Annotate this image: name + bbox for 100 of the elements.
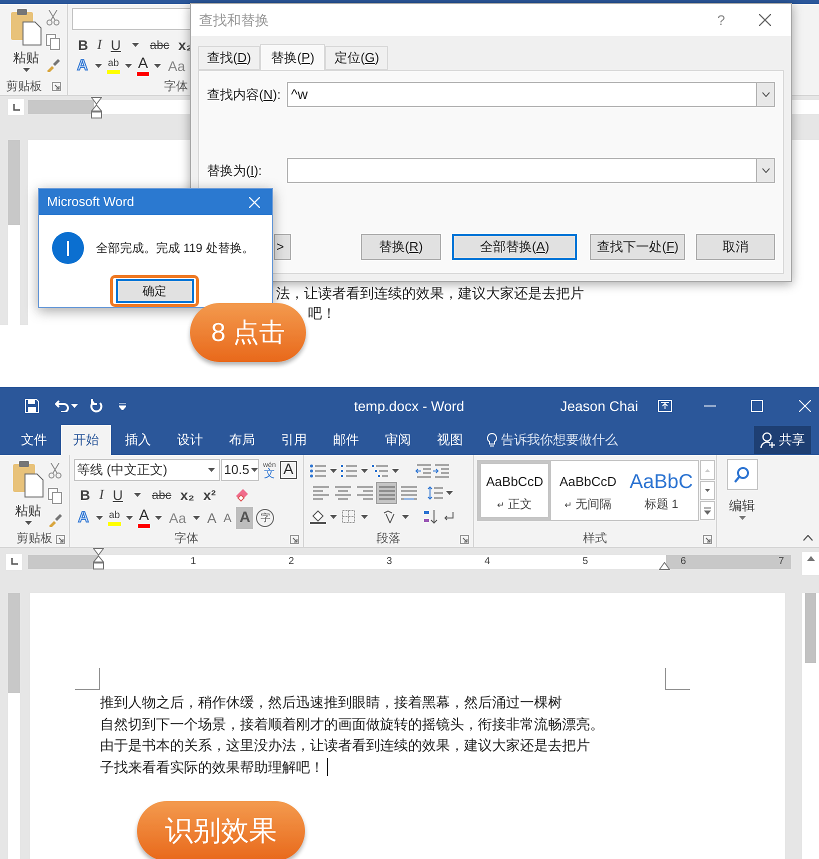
paintbrush-icon[interactable] (46, 58, 60, 72)
paintbrush-icon[interactable] (48, 513, 62, 527)
caret-icon[interactable] (392, 468, 399, 473)
indent-marker-icon[interactable] (91, 97, 102, 119)
clipboard-icon[interactable] (10, 8, 42, 46)
paint-bucket-icon[interactable] (310, 510, 326, 524)
close-icon[interactable] (759, 14, 771, 26)
caret-icon[interactable] (208, 468, 215, 472)
caret-icon[interactable] (71, 404, 78, 408)
triangle-up-icon[interactable] (806, 556, 814, 561)
caret-icon[interactable] (132, 43, 139, 47)
search-icon[interactable] (734, 466, 750, 482)
caret-icon[interactable] (402, 514, 409, 519)
right-indent-icon[interactable] (659, 562, 670, 570)
scroll-thumb[interactable] (805, 593, 816, 663)
highlight-color-button[interactable]: ab (106, 58, 120, 74)
caret-icon[interactable] (24, 520, 32, 524)
caret-icon[interactable] (330, 514, 337, 519)
ribbon-tab[interactable]: 引用 (269, 425, 319, 455)
underline-button[interactable]: U (110, 34, 121, 56)
scissors-icon[interactable] (46, 10, 60, 26)
bulleted-list-icon[interactable] (310, 464, 326, 478)
undo-icon[interactable] (55, 400, 69, 412)
more-styles-icon[interactable] (700, 501, 715, 520)
dialog-tab[interactable]: 替换(P) (260, 44, 326, 70)
ribbon-tab[interactable]: 布局 (217, 425, 267, 455)
superscript-button[interactable]: x² (203, 484, 216, 506)
combo-field[interactable]: ^w (287, 82, 775, 107)
copy-icon[interactable] (46, 34, 60, 50)
caret-icon[interactable] (94, 64, 102, 68)
tell-me-field[interactable]: 告诉我你想要做什么 (501, 430, 618, 450)
paste-button[interactable]: 粘贴 (15, 501, 41, 520)
scroll-down-icon[interactable] (700, 481, 715, 500)
caret-icon[interactable] (193, 516, 200, 520)
caret-icon[interactable] (22, 68, 30, 72)
chevron-icon[interactable] (762, 92, 770, 97)
shrink-font-button[interactable]: A (221, 509, 234, 527)
paste-button[interactable]: 粘贴 (13, 48, 39, 68)
clipboard-icon[interactable] (12, 460, 44, 498)
increase-indent-icon[interactable] (433, 464, 449, 478)
ribbon-tab[interactable]: 邮件 (321, 425, 371, 455)
indent-marker-icon[interactable] (93, 548, 104, 570)
dialog-button[interactable]: > (274, 234, 291, 260)
tab-selector[interactable] (8, 99, 24, 115)
scrollbar[interactable] (802, 593, 819, 859)
lightbulb-icon[interactable] (487, 432, 497, 448)
bold-button[interactable]: B (78, 34, 88, 56)
enclose-characters-button[interactable]: 字 (256, 509, 274, 527)
character-shading-button[interactable]: A (236, 506, 254, 530)
caret-icon[interactable] (124, 64, 132, 68)
collapse-ribbon-icon[interactable] (803, 535, 813, 541)
search-button[interactable] (726, 459, 758, 490)
editing-button[interactable]: 编辑 (729, 496, 755, 516)
ribbon-tab[interactable]: 插入 (113, 425, 163, 455)
dropdown-button[interactable] (756, 83, 774, 106)
scroll-up-button[interactable] (802, 552, 819, 575)
strikethrough-button[interactable]: abc (150, 36, 170, 54)
italic-button[interactable]: I (99, 484, 104, 506)
dialog-button[interactable]: 取消 (696, 234, 775, 260)
launcher-icon[interactable] (52, 82, 61, 90)
tab-selector[interactable] (6, 554, 22, 570)
dialog-button[interactable]: 全部替换(A) (452, 234, 578, 260)
dialog-tab[interactable]: 定位(G) (325, 46, 388, 70)
chevron-icon[interactable] (762, 168, 770, 173)
caret-icon[interactable] (96, 516, 103, 520)
ribbon-display-icon[interactable] (658, 400, 672, 412)
customize-icon[interactable] (119, 402, 126, 410)
share-button[interactable]: 共享 (754, 426, 811, 454)
launcher-icon[interactable] (460, 534, 469, 544)
ribbon-tab[interactable]: 开始 (61, 425, 111, 455)
combo-field[interactable] (287, 158, 775, 183)
caret-icon[interactable] (154, 64, 161, 68)
underline-button[interactable]: U (112, 484, 123, 506)
font-name-field[interactable]: 等线 (中文正文) (74, 459, 220, 481)
launcher-icon[interactable] (703, 535, 712, 544)
dialog-button[interactable]: 替换(R) (360, 234, 441, 260)
font-color-button[interactable]: A (136, 56, 149, 76)
strikethrough-button[interactable]: abc (152, 486, 172, 504)
caret-icon[interactable] (154, 516, 162, 520)
corner-icon[interactable] (10, 558, 18, 565)
scissors-icon[interactable] (48, 463, 62, 479)
style-item[interactable]: AaBbCcD ↵ 无间隔 (551, 461, 625, 520)
caret-icon[interactable] (251, 468, 258, 472)
caret-icon[interactable] (738, 516, 746, 520)
italic-button[interactable]: I (97, 34, 102, 56)
line-spacing-icon[interactable] (427, 486, 443, 500)
launcher-icon[interactable] (290, 535, 299, 544)
ribbon-tab[interactable]: 设计 (165, 425, 215, 455)
dialog-button[interactable]: 查找下一处(F) (590, 234, 686, 260)
corner-icon[interactable] (12, 104, 20, 110)
dropdown-button[interactable] (756, 159, 774, 182)
help-button[interactable]: ? (717, 10, 725, 30)
numbered-list-icon[interactable] (341, 464, 357, 478)
launcher-icon[interactable] (56, 535, 65, 544)
dialog-tab[interactable]: 查找(D) (198, 46, 260, 70)
maximize-icon[interactable] (751, 400, 764, 412)
copy-icon[interactable] (48, 488, 62, 504)
ribbon-tab[interactable]: 文件 (9, 425, 59, 455)
style-item[interactable]: AaBbC 标题 1 (624, 461, 698, 520)
font-size-field[interactable]: 10.5 (221, 459, 259, 481)
